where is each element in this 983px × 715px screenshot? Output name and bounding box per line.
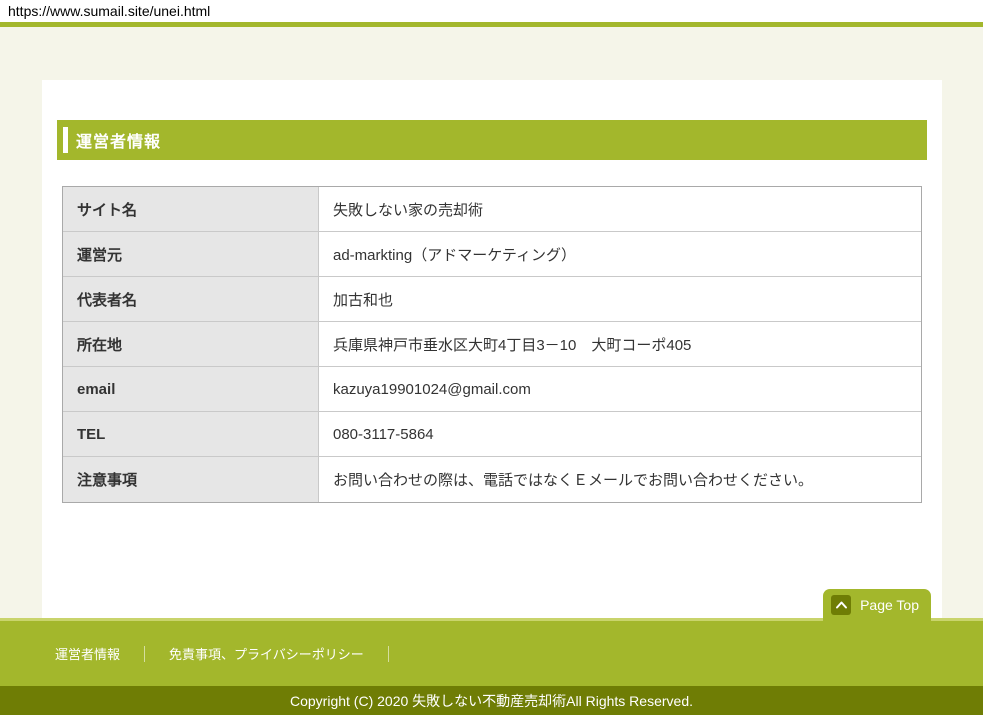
footer-link-operator-info[interactable]: 運営者情報 [55, 644, 120, 663]
row-value: 兵庫県神戸市垂水区大町4丁目3－10 大町コーポ405 [319, 322, 921, 366]
chevron-up-icon [831, 595, 851, 615]
top-accent-line [0, 22, 983, 27]
row-value: 失敗しない家の売却術 [319, 187, 921, 231]
footer-nav: 運営者情報 免責事項、プライバシーポリシー [42, 621, 942, 686]
row-label: TEL [63, 412, 319, 456]
table-row: 代表者名 加古和也 [63, 277, 921, 322]
table-row: 所在地 兵庫県神戸市垂水区大町4丁目3－10 大町コーポ405 [63, 322, 921, 367]
row-label: email [63, 367, 319, 411]
content-card: 運営者情報 サイト名 失敗しない家の売却術 運営元 ad-markting（アド… [42, 80, 942, 618]
page-top-button[interactable]: Page Top [823, 589, 931, 622]
row-value: kazuya19901024@gmail.com [319, 367, 921, 411]
row-value: 加古和也 [319, 277, 921, 321]
row-label: 所在地 [63, 322, 319, 366]
section-header-accent-stripe [63, 127, 68, 153]
browser-address-bar[interactable]: https://www.sumail.site/unei.html [0, 0, 983, 22]
row-value: お問い合わせの際は、電話ではなくＥメールでお問い合わせください。 [319, 457, 921, 502]
page-top-label: Page Top [860, 597, 919, 613]
table-row: 注意事項 お問い合わせの際は、電話ではなくＥメールでお問い合わせください。 [63, 457, 921, 502]
copyright-bar: Copyright (C) 2020 失敗しない不動産売却術All Rights… [0, 686, 983, 715]
table-row: TEL 080-3117-5864 [63, 412, 921, 457]
row-value: ad-markting（アドマーケティング） [319, 232, 921, 276]
row-label: 注意事項 [63, 457, 319, 502]
footer-separator [144, 646, 145, 662]
table-row: email kazuya19901024@gmail.com [63, 367, 921, 412]
operator-info-table: サイト名 失敗しない家の売却術 運営元 ad-markting（アドマーケティン… [62, 186, 922, 503]
footer-link-disclaimer-privacy[interactable]: 免責事項、プライバシーポリシー [169, 644, 364, 663]
row-value: 080-3117-5864 [319, 412, 921, 456]
row-label: サイト名 [63, 187, 319, 231]
section-header: 運営者情報 [57, 120, 927, 160]
row-label: 代表者名 [63, 277, 319, 321]
row-label: 運営元 [63, 232, 319, 276]
browser-url-text: https://www.sumail.site/unei.html [8, 3, 210, 19]
copyright-text: Copyright (C) 2020 失敗しない不動産売却術All Rights… [290, 691, 693, 711]
site-footer: 運営者情報 免責事項、プライバシーポリシー [0, 618, 983, 686]
table-row: サイト名 失敗しない家の売却術 [63, 187, 921, 232]
page-title: 運営者情報 [76, 128, 161, 152]
footer-separator [388, 646, 389, 662]
table-row: 運営元 ad-markting（アドマーケティング） [63, 232, 921, 277]
